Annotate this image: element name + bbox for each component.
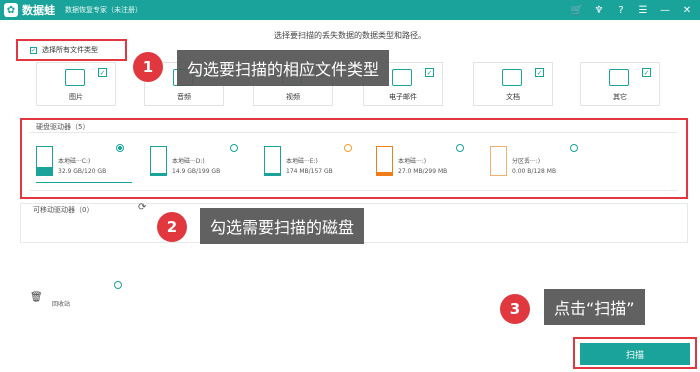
- recycle-bin-icon[interactable]: 🗑: [30, 292, 43, 303]
- select-all-checkbox[interactable]: ✓ 选择所有文件类型: [16, 39, 127, 61]
- divider: [30, 190, 678, 191]
- disk-selected-underline: [36, 182, 132, 183]
- app-subtitle: 数据恢复专家（未注册）: [65, 6, 142, 14]
- checkbox-icon[interactable]: ✓: [425, 68, 434, 77]
- file-type-label: 其它: [613, 93, 627, 101]
- disk-name: 本地磁···E:): [286, 158, 318, 165]
- document-icon: [502, 69, 522, 86]
- file-type-images[interactable]: ✓ 图片: [36, 62, 116, 106]
- help-icon[interactable]: ?: [614, 3, 628, 17]
- drive-icon: [264, 146, 281, 176]
- scan-button[interactable]: 扫描: [580, 343, 690, 365]
- divider: [30, 132, 678, 133]
- disk-lost-partition[interactable]: 分区丢···:) 0.00 B/128 MB: [476, 142, 578, 186]
- minimize-icon[interactable]: —: [658, 3, 672, 17]
- file-type-label: 视频: [286, 93, 300, 101]
- disk-radio[interactable]: [116, 144, 124, 152]
- email-icon: [392, 69, 412, 86]
- callout-number: 2: [157, 212, 187, 242]
- cart-icon[interactable]: 🛒: [570, 3, 584, 17]
- file-type-others[interactable]: ✓ 其它: [580, 62, 660, 106]
- file-type-documents[interactable]: ✓ 文档: [473, 62, 553, 106]
- app-logo: ✿ 数据蛙: [4, 2, 55, 18]
- checkbox-icon[interactable]: ✓: [642, 68, 651, 77]
- disk-radio[interactable]: [570, 144, 578, 152]
- disk-size: 14.9 GB/199 GB: [172, 168, 221, 175]
- removable-drive-title: 可移动驱动器（0）: [33, 206, 94, 214]
- disk-usage-fill: [377, 172, 392, 175]
- drive-icon: [150, 146, 167, 176]
- image-icon: [65, 69, 85, 86]
- frog-logo-icon: ✿: [4, 3, 18, 17]
- disk-4[interactable]: 本地磁···:) 27.0 MB/299 MB: [362, 142, 464, 186]
- file-type-label: 图片: [69, 93, 83, 101]
- disk-name: 本地磁···C:): [58, 158, 91, 165]
- title-bar: ✿ 数据蛙 数据恢复专家（未注册） 🛒 ♆ ? ☰ — ✕: [0, 0, 700, 20]
- drive-icon: [36, 146, 53, 176]
- disk-size: 27.0 MB/299 MB: [398, 168, 448, 175]
- disk-name: 本地磁···:): [398, 158, 427, 165]
- hard-drive-panel: 硬盘驱动器（5） 本地磁···C:) 32.9 GB/120 GB 本地磁···…: [20, 118, 688, 199]
- checkbox-icon[interactable]: ✓: [98, 68, 107, 77]
- callout-text: 勾选需要扫描的磁盘: [200, 208, 365, 244]
- disk-radio[interactable]: [230, 144, 238, 152]
- file-type-label: 音频: [177, 93, 191, 101]
- chat-icon[interactable]: ☰: [636, 3, 650, 17]
- scan-button-highlight: 扫描: [573, 337, 697, 369]
- file-type-label: 电子邮件: [389, 93, 417, 101]
- drive-icon: [490, 146, 507, 176]
- drive-icon: [376, 146, 393, 176]
- close-icon[interactable]: ✕: [680, 3, 694, 17]
- disk-size: 174 MB/157 GB: [286, 168, 333, 175]
- file-type-label: 文档: [506, 93, 520, 101]
- disk-c[interactable]: 本地磁···C:) 32.9 GB/120 GB: [22, 142, 132, 186]
- select-all-label: 选择所有文件类型: [42, 46, 98, 54]
- recycle-radio[interactable]: [114, 281, 122, 289]
- others-icon: [609, 69, 629, 86]
- callout-number: 1: [133, 52, 163, 82]
- disk-usage-fill: [37, 167, 52, 175]
- callout-text: 点击“扫描”: [544, 289, 645, 325]
- disk-radio[interactable]: [456, 144, 464, 152]
- disk-radio[interactable]: [344, 144, 352, 152]
- disk-size: 32.9 GB/120 GB: [58, 168, 107, 175]
- disk-size: 0.00 B/128 MB: [512, 168, 557, 175]
- refresh-icon[interactable]: ⟳: [138, 202, 146, 213]
- disk-usage-fill: [265, 172, 280, 175]
- callout-number: 3: [500, 294, 530, 324]
- disk-e[interactable]: 本地磁···E:) 174 MB/157 GB: [250, 142, 352, 186]
- app-name: 数据蛙: [22, 4, 55, 17]
- hard-drive-title: 硬盘驱动器（5）: [36, 123, 90, 131]
- checkbox-icon[interactable]: ✓: [535, 68, 544, 77]
- disk-usage-fill: [151, 172, 166, 175]
- callout-text: 勾选要扫描的相应文件类型: [177, 50, 390, 86]
- disk-name: 分区丢···:): [512, 158, 541, 165]
- disk-d[interactable]: 本地磁···D:) 14.9 GB/199 GB: [136, 142, 238, 186]
- pin-icon[interactable]: ♆: [592, 3, 606, 17]
- disk-name: 本地磁···D:): [172, 158, 205, 165]
- recycle-bin-label: 回收站: [52, 301, 71, 308]
- checkbox-icon: ✓: [30, 46, 37, 54]
